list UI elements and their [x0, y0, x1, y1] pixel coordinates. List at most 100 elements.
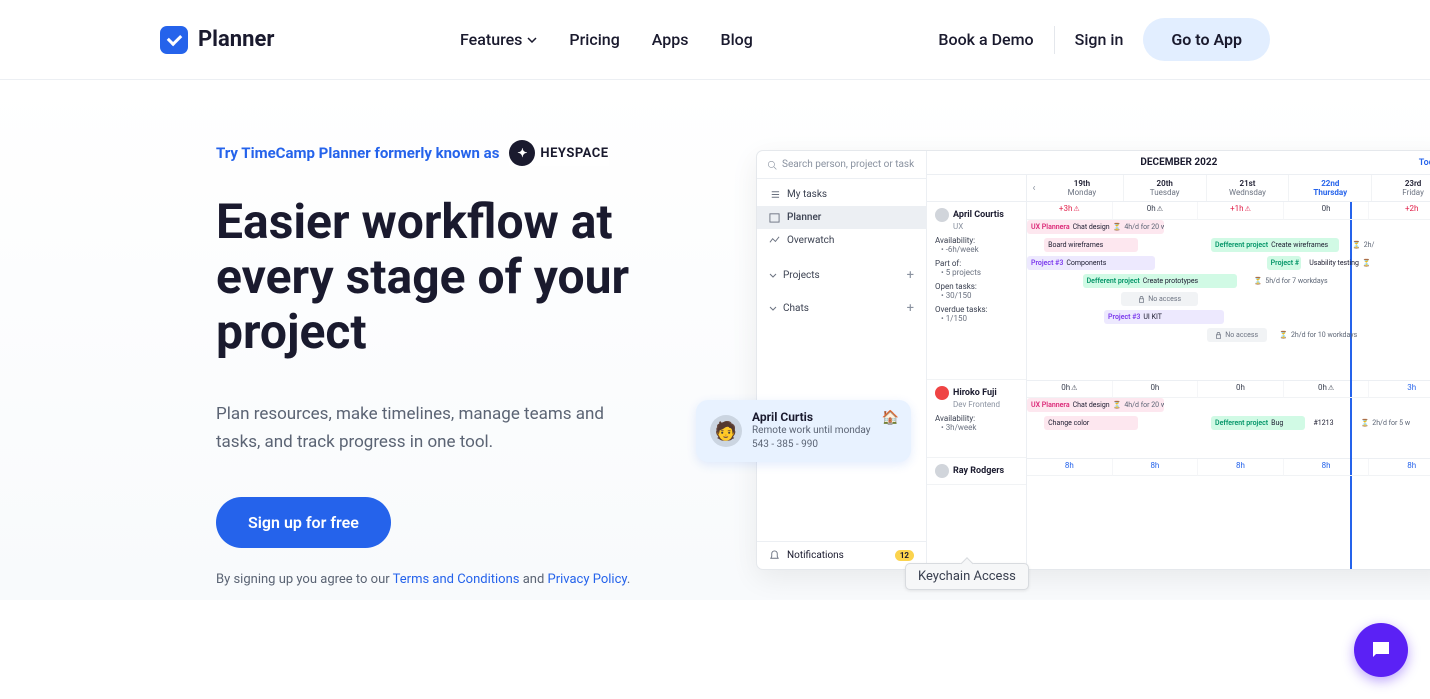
p2-task-bug[interactable]: Defferent projectBug: [1211, 416, 1305, 430]
p2-task-color[interactable]: Change color: [1044, 416, 1138, 430]
agree-and: and: [519, 572, 547, 587]
p1-over-l: Overdue tasks:: [935, 305, 1018, 314]
p3h3: 8h: [1284, 459, 1370, 476]
nav-apps[interactable]: Apps: [652, 30, 689, 49]
signin-link[interactable]: Sign in: [1075, 30, 1124, 49]
prev-icon[interactable]: ‹: [1027, 175, 1041, 201]
task-usability[interactable]: Usability testing⏳: [1305, 256, 1430, 270]
ss-notif-count: 12: [895, 550, 914, 561]
p3h2: 8h: [1198, 459, 1284, 476]
ss-search-placeholder: Search person, project or task: [782, 159, 914, 170]
divider: [1054, 26, 1055, 54]
task-proto[interactable]: Defferent projectCreate prototypes: [1083, 274, 1237, 288]
p1-part-v: 5 projects: [946, 268, 981, 277]
lock-icon: [1138, 296, 1145, 303]
ss-projects-section[interactable]: Projects +: [757, 262, 926, 289]
p2-hours: 0h 0h 0h 0h 3h: [1027, 380, 1430, 398]
ss-mytasks[interactable]: My tasks: [757, 183, 926, 206]
calendar-icon: [769, 212, 780, 223]
try-prefix: Try TimeCamp Planner formerly known as: [216, 144, 499, 162]
p1h2: +1h: [1198, 202, 1284, 220]
logo-text: Planner: [198, 27, 274, 52]
nav-features[interactable]: Features: [460, 30, 537, 49]
agree-suffix: .: [627, 572, 630, 587]
privacy-link[interactable]: Privacy Policy: [548, 572, 627, 587]
p1-over-v: 1/150: [946, 314, 967, 323]
chevron-down-icon: [769, 305, 777, 313]
go-to-app-button[interactable]: Go to App: [1143, 18, 1270, 61]
person-2: Hiroko Fuji Dev Frontend Availability: •…: [927, 380, 1026, 458]
hero-content: Try TimeCamp Planner formerly known as ✦…: [216, 140, 696, 600]
p1-open-l: Open tasks:: [935, 282, 1018, 291]
p2h1: 0h: [1113, 381, 1199, 398]
add-project-icon[interactable]: +: [907, 268, 914, 283]
p2-avail-v: 3h/week: [946, 423, 977, 432]
app-screenshot: Search person, project or task My tasks …: [756, 150, 1430, 570]
activity-icon: [769, 235, 780, 246]
p1-avail-l: Availability:: [935, 236, 1018, 245]
nav-blog[interactable]: Blog: [720, 30, 752, 49]
task-uikit[interactable]: Project #3UI KIT: [1104, 310, 1224, 324]
add-chat-icon[interactable]: +: [907, 301, 914, 316]
ss-today-button[interactable]: Today: [1419, 158, 1430, 168]
house-icon: 🏠: [882, 410, 899, 426]
keychain-tooltip: Keychain Access: [905, 563, 1029, 590]
task-board-wf[interactable]: Board wireframes: [1044, 238, 1138, 252]
logo[interactable]: Planner: [160, 26, 274, 54]
ss-notifications[interactable]: Notifications 12: [757, 541, 926, 569]
task-meta-2h: ⏳2h/: [1348, 238, 1430, 252]
ss-topbar: DECEMBER 2022 Today: [927, 151, 1430, 175]
signup-button[interactable]: Sign up for free: [216, 497, 391, 548]
avatar: [935, 386, 949, 400]
terms-link[interactable]: Terms and Conditions: [393, 572, 520, 587]
ss-overwatch-label: Overwatch: [787, 235, 834, 246]
hero-visual: Search person, project or task My tasks …: [756, 140, 1430, 600]
book-demo-link[interactable]: Book a Demo: [938, 30, 1033, 49]
day-2: 21stWednsday: [1207, 175, 1290, 201]
p1h1: 0h: [1113, 202, 1199, 220]
task-components[interactable]: Project #3Components: [1027, 256, 1155, 270]
float-line2: 543 - 385 - 990: [752, 438, 871, 452]
ss-search[interactable]: Search person, project or task: [757, 151, 926, 179]
avatar: [935, 464, 949, 478]
p2-avail-l: Availability:: [935, 414, 1018, 423]
day-0: 19thMonday: [1041, 175, 1124, 201]
lock-icon: [1215, 332, 1222, 339]
ss-chats-label: Chats: [783, 303, 809, 314]
person-3-name: Ray Rodgers: [953, 466, 1004, 476]
float-card: 🧑 April Curtis Remote work until monday …: [696, 400, 911, 462]
ss-person-side: April Courtis UX Availability: • -6h/wee…: [927, 202, 1027, 569]
p3-hours: 8h 8h 8h 8h 8h: [1027, 458, 1430, 476]
chat-fab[interactable]: [1354, 623, 1408, 677]
p2-tasks: UX PlanneraChat design⏳4h/d for 20 workd…: [1027, 398, 1430, 458]
ss-days-header: ‹ 19thMonday 20thTuesday 21stWednsday 22…: [927, 175, 1430, 202]
day-3: 22ndThursday: [1289, 175, 1372, 201]
p1-hours: +3h 0h +1h 0h +2h: [1027, 202, 1430, 220]
ss-overwatch[interactable]: Overwatch: [757, 229, 926, 252]
ss-planner-label: Planner: [787, 212, 821, 223]
person-3: Ray Rodgers: [927, 458, 1026, 485]
nav-pricing[interactable]: Pricing: [569, 30, 619, 49]
float-name: April Curtis: [752, 410, 871, 424]
header: Planner Features Pricing Apps Blog Book …: [0, 0, 1430, 80]
header-actions: Book a Demo Sign in Go to App: [938, 18, 1270, 61]
p3h0: 8h: [1027, 459, 1113, 476]
ss-planner[interactable]: Planner: [757, 206, 926, 229]
p1-tasks: UX PlanneraChat design⏳4h/d for 20 workd…: [1027, 220, 1430, 380]
ss-main: DECEMBER 2022 Today ‹ 19thMonday 20thTue…: [927, 151, 1430, 569]
ss-chats-section[interactable]: Chats +: [757, 295, 926, 322]
task-def-wire[interactable]: Defferent projectCreate wireframes: [1211, 238, 1339, 252]
task-ux-chat[interactable]: UX PlanneraChat design⏳4h/d for 20 workd…: [1027, 220, 1164, 234]
ss-body: April Courtis UX Availability: • -6h/wee…: [927, 202, 1430, 569]
heyspace-badge: ✦ HEYSPACE: [509, 140, 608, 166]
main-nav: Features Pricing Apps Blog: [460, 30, 753, 49]
ss-projects-label: Projects: [783, 270, 820, 281]
ss-grid: +3h 0h +1h 0h +2h UX PlanneraChat design…: [1027, 202, 1430, 569]
p2h2: 0h: [1198, 381, 1284, 398]
p2-task-chat[interactable]: UX PlanneraChat design⏳4h/d for 20 workd…: [1027, 398, 1164, 412]
hero-title: Easier workflow at every stage of your p…: [216, 194, 696, 360]
hero-subtitle: Plan resources, make timelines, manage t…: [216, 400, 646, 458]
p2h0: 0h: [1027, 381, 1113, 398]
p1-part-l: Part of:: [935, 259, 1018, 268]
task-proj-frag[interactable]: Project #: [1267, 256, 1301, 270]
